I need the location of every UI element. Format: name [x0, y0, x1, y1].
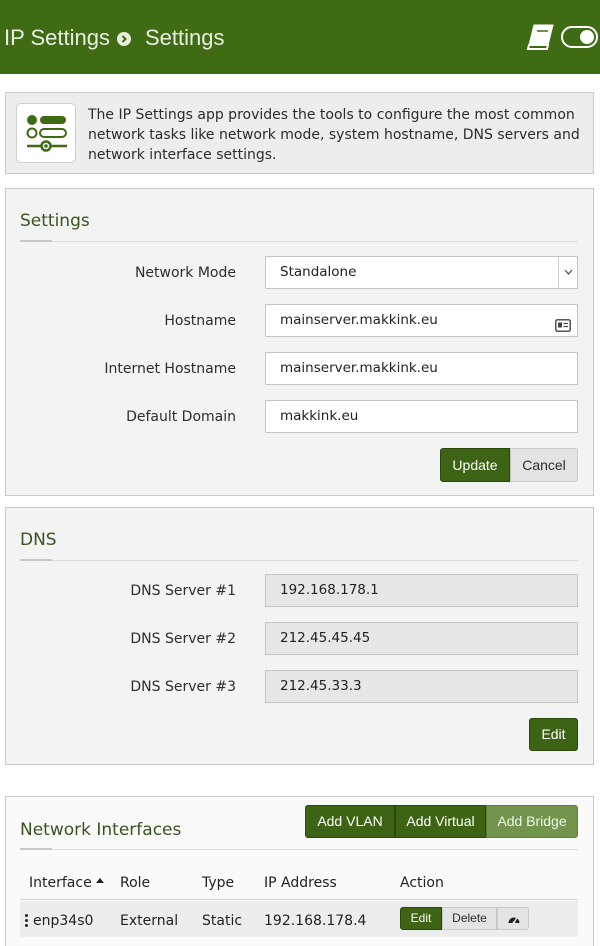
- chevron-right-icon: [117, 32, 131, 46]
- add-bridge-button[interactable]: Add Bridge: [486, 805, 578, 838]
- toggle-icon[interactable]: [561, 26, 598, 48]
- dns-server-2-label: DNS Server #2: [130, 631, 236, 647]
- network-interfaces-divider: [20, 849, 578, 850]
- column-header-interface[interactable]: Interface: [29, 875, 104, 891]
- row-edit-button[interactable]: Edit: [400, 907, 442, 930]
- network-interfaces-title-accent: [20, 848, 52, 850]
- chevron-down-icon[interactable]: [558, 257, 577, 288]
- kebab-menu-icon[interactable]: [25, 914, 28, 928]
- dns-server-2-field: 212.45.45.45: [265, 622, 578, 655]
- settings-panel: Settings Network Mode Standalone Hostnam…: [5, 188, 594, 496]
- row-monitor-button[interactable]: [497, 907, 529, 930]
- dns-title: DNS: [20, 530, 57, 550]
- dns-server-1-field: 192.168.178.1: [265, 574, 578, 607]
- row-delete-button[interactable]: Delete: [442, 907, 497, 930]
- cell-role: External: [120, 913, 179, 929]
- cancel-button[interactable]: Cancel: [510, 448, 578, 482]
- dns-panel: DNS DNS Server #1 192.168.178.1 DNS Serv…: [5, 507, 594, 765]
- edit-dns-button[interactable]: Edit: [529, 718, 578, 751]
- internet-hostname-label: Internet Hostname: [104, 361, 236, 377]
- default-domain-label: Default Domain: [126, 409, 236, 425]
- default-domain-input[interactable]: makkink.eu: [265, 400, 578, 433]
- dns-server-3-field: 212.45.33.3: [265, 670, 578, 703]
- dns-title-accent: [20, 559, 52, 561]
- book-icon[interactable]: [526, 23, 556, 51]
- gauge-icon: [508, 917, 520, 924]
- network-mode-label: Network Mode: [134, 265, 236, 281]
- column-header-ip-address[interactable]: IP Address: [264, 875, 337, 891]
- contact-card-icon: [555, 313, 571, 332]
- dns-server-1-value: 192.168.178.1: [280, 582, 379, 598]
- settings-title-accent: [20, 240, 52, 242]
- network-interfaces-title: Network Interfaces: [20, 820, 182, 840]
- column-header-type[interactable]: Type: [202, 875, 234, 891]
- breadcrumb-page: Settings: [145, 25, 225, 50]
- add-vlan-button[interactable]: Add VLAN: [305, 805, 395, 838]
- intro-panel: The IP Settings app provides the tools t…: [5, 92, 594, 174]
- cell-interface: enp34s0: [33, 913, 94, 929]
- update-button[interactable]: Update: [440, 448, 510, 482]
- dns-server-1-label: DNS Server #1: [130, 583, 236, 599]
- network-interfaces-panel: Network Interfaces Add VLAN Add Virtual …: [5, 796, 594, 946]
- dns-server-3-value: 212.45.33.3: [280, 678, 362, 694]
- column-header-interface-label: Interface: [29, 875, 92, 891]
- network-mode-value: Standalone: [280, 264, 357, 280]
- internet-hostname-value: mainserver.makkink.eu: [280, 360, 438, 376]
- settings-title: Settings: [20, 211, 90, 231]
- cell-type: Static: [202, 913, 243, 929]
- hostname-input[interactable]: mainserver.makkink.eu: [265, 304, 578, 337]
- settings-sliders-icon: [16, 103, 76, 163]
- table-header-divider: [20, 899, 578, 900]
- column-header-role[interactable]: Role: [120, 875, 150, 891]
- intro-description: The IP Settings app provides the tools t…: [88, 107, 580, 163]
- add-virtual-button[interactable]: Add Virtual: [395, 805, 486, 838]
- dns-server-2-value: 212.45.45.45: [280, 630, 371, 646]
- dns-server-3-label: DNS Server #3: [130, 679, 236, 695]
- sort-ascending-icon: [95, 878, 104, 883]
- internet-hostname-input[interactable]: mainserver.makkink.eu: [265, 352, 578, 385]
- hostname-label: Hostname: [164, 313, 236, 329]
- cell-ip-address: 192.168.178.4: [264, 913, 367, 929]
- network-mode-select[interactable]: Standalone: [265, 256, 578, 289]
- default-domain-value: makkink.eu: [280, 408, 359, 424]
- hostname-value: mainserver.makkink.eu: [280, 312, 438, 328]
- app-header: IP Settings Settings: [0, 0, 600, 74]
- breadcrumb-app[interactable]: IP Settings: [4, 25, 110, 51]
- dns-divider: [20, 560, 578, 561]
- settings-divider: [20, 241, 578, 242]
- column-header-action: Action: [400, 875, 444, 891]
